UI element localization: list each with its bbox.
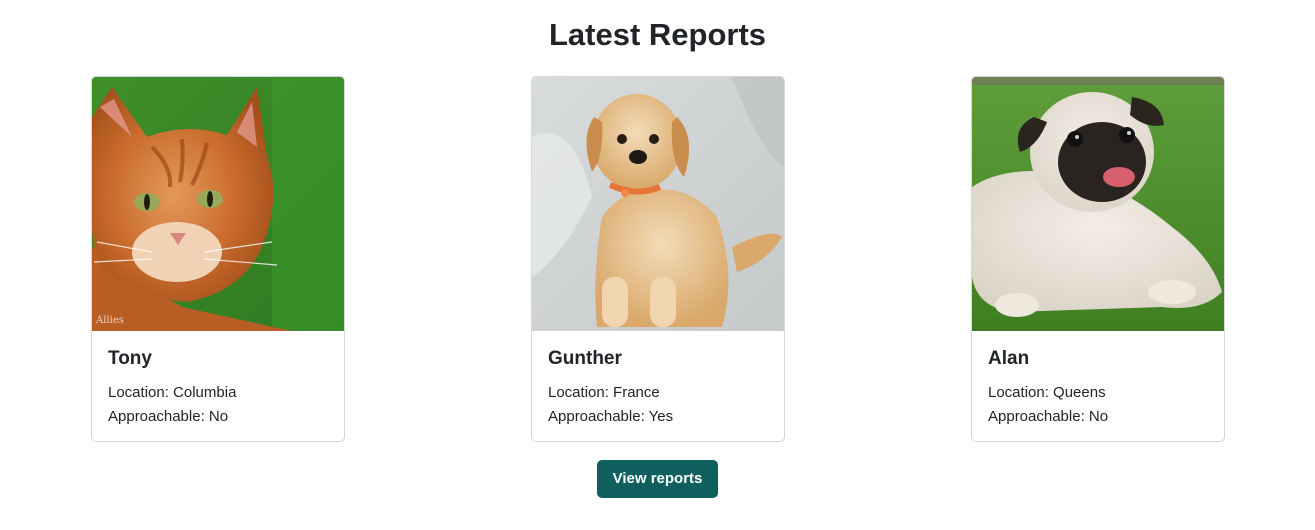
page: Latest Reports Allies Tony Location: Col…: [0, 0, 1315, 530]
pug-photo: [972, 77, 1224, 331]
report-approachable: Approachable: No: [108, 408, 229, 425]
view-reports-button[interactable]: View reports: [597, 460, 718, 498]
card-body: Alan Location: Queens Approachable: No: [972, 331, 1224, 429]
report-approachable: Approachable: Yes: [548, 408, 674, 425]
cat-photo: Allies: [92, 77, 344, 331]
report-name: Tony: [108, 348, 152, 369]
report-approachable: Approachable: No: [988, 408, 1109, 425]
report-location: Location: Queens: [988, 384, 1106, 401]
report-name: Gunther: [548, 348, 622, 369]
report-card: Gunther Location: France Approachable: Y…: [531, 76, 785, 442]
report-card: Alan Location: Queens Approachable: No: [971, 76, 1225, 442]
puppy-photo: [532, 77, 784, 331]
report-name: Alan: [988, 348, 1030, 369]
report-card: Allies Tony Location: Columbia Approacha…: [91, 76, 345, 442]
page-title: Latest Reports: [548, 17, 767, 52]
card-body: Tony Location: Columbia Approachable: No: [92, 331, 344, 429]
photo-watermark: Allies: [95, 315, 124, 326]
card-body: Gunther Location: France Approachable: Y…: [532, 331, 784, 429]
report-location: Location: Columbia: [108, 384, 237, 401]
report-location: Location: France: [548, 384, 660, 401]
